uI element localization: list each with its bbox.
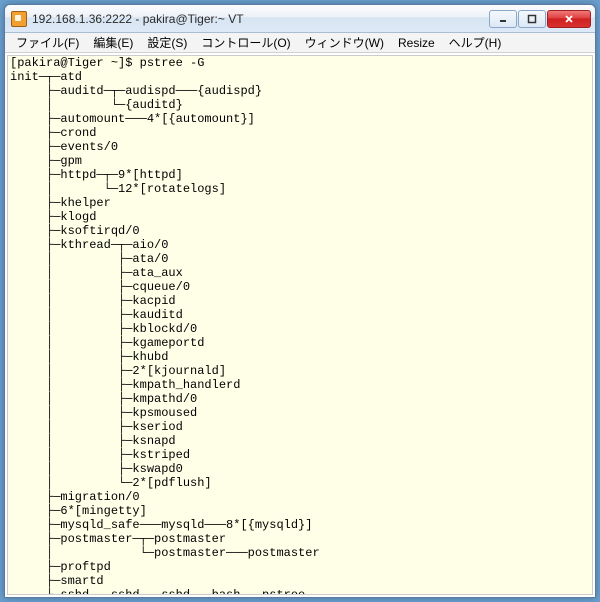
terminal-area[interactable]: [pakira@Tiger ~]$ pstree -G init─┬─atd ├… — [7, 55, 593, 595]
menubar: ファイル(F) 編集(E) 設定(S) コントロール(O) ウィンドウ(W) R… — [5, 33, 595, 53]
app-window: 192.168.1.36:2222 - pakira@Tiger:~ VT ファ… — [4, 4, 596, 598]
maximize-icon — [527, 14, 537, 24]
menu-file[interactable]: ファイル(F) — [9, 33, 86, 52]
maximize-button[interactable] — [518, 10, 546, 28]
terminal-output: [pakira@Tiger ~]$ pstree -G init─┬─atd ├… — [10, 56, 590, 595]
menu-edit[interactable]: 編集(E) — [86, 33, 140, 52]
close-icon — [563, 13, 575, 25]
minimize-button[interactable] — [489, 10, 517, 28]
titlebar[interactable]: 192.168.1.36:2222 - pakira@Tiger:~ VT — [5, 5, 595, 33]
close-button[interactable] — [547, 10, 591, 28]
minimize-icon — [498, 14, 508, 24]
app-icon — [11, 11, 27, 27]
menu-setting[interactable]: 設定(S) — [140, 33, 194, 52]
menu-control[interactable]: コントロール(O) — [194, 33, 297, 52]
menu-window[interactable]: ウィンドウ(W) — [298, 33, 391, 52]
menu-resize[interactable]: Resize — [391, 35, 442, 51]
window-title: 192.168.1.36:2222 - pakira@Tiger:~ VT — [32, 12, 488, 26]
window-controls — [488, 10, 591, 28]
menu-help[interactable]: ヘルプ(H) — [442, 33, 509, 52]
